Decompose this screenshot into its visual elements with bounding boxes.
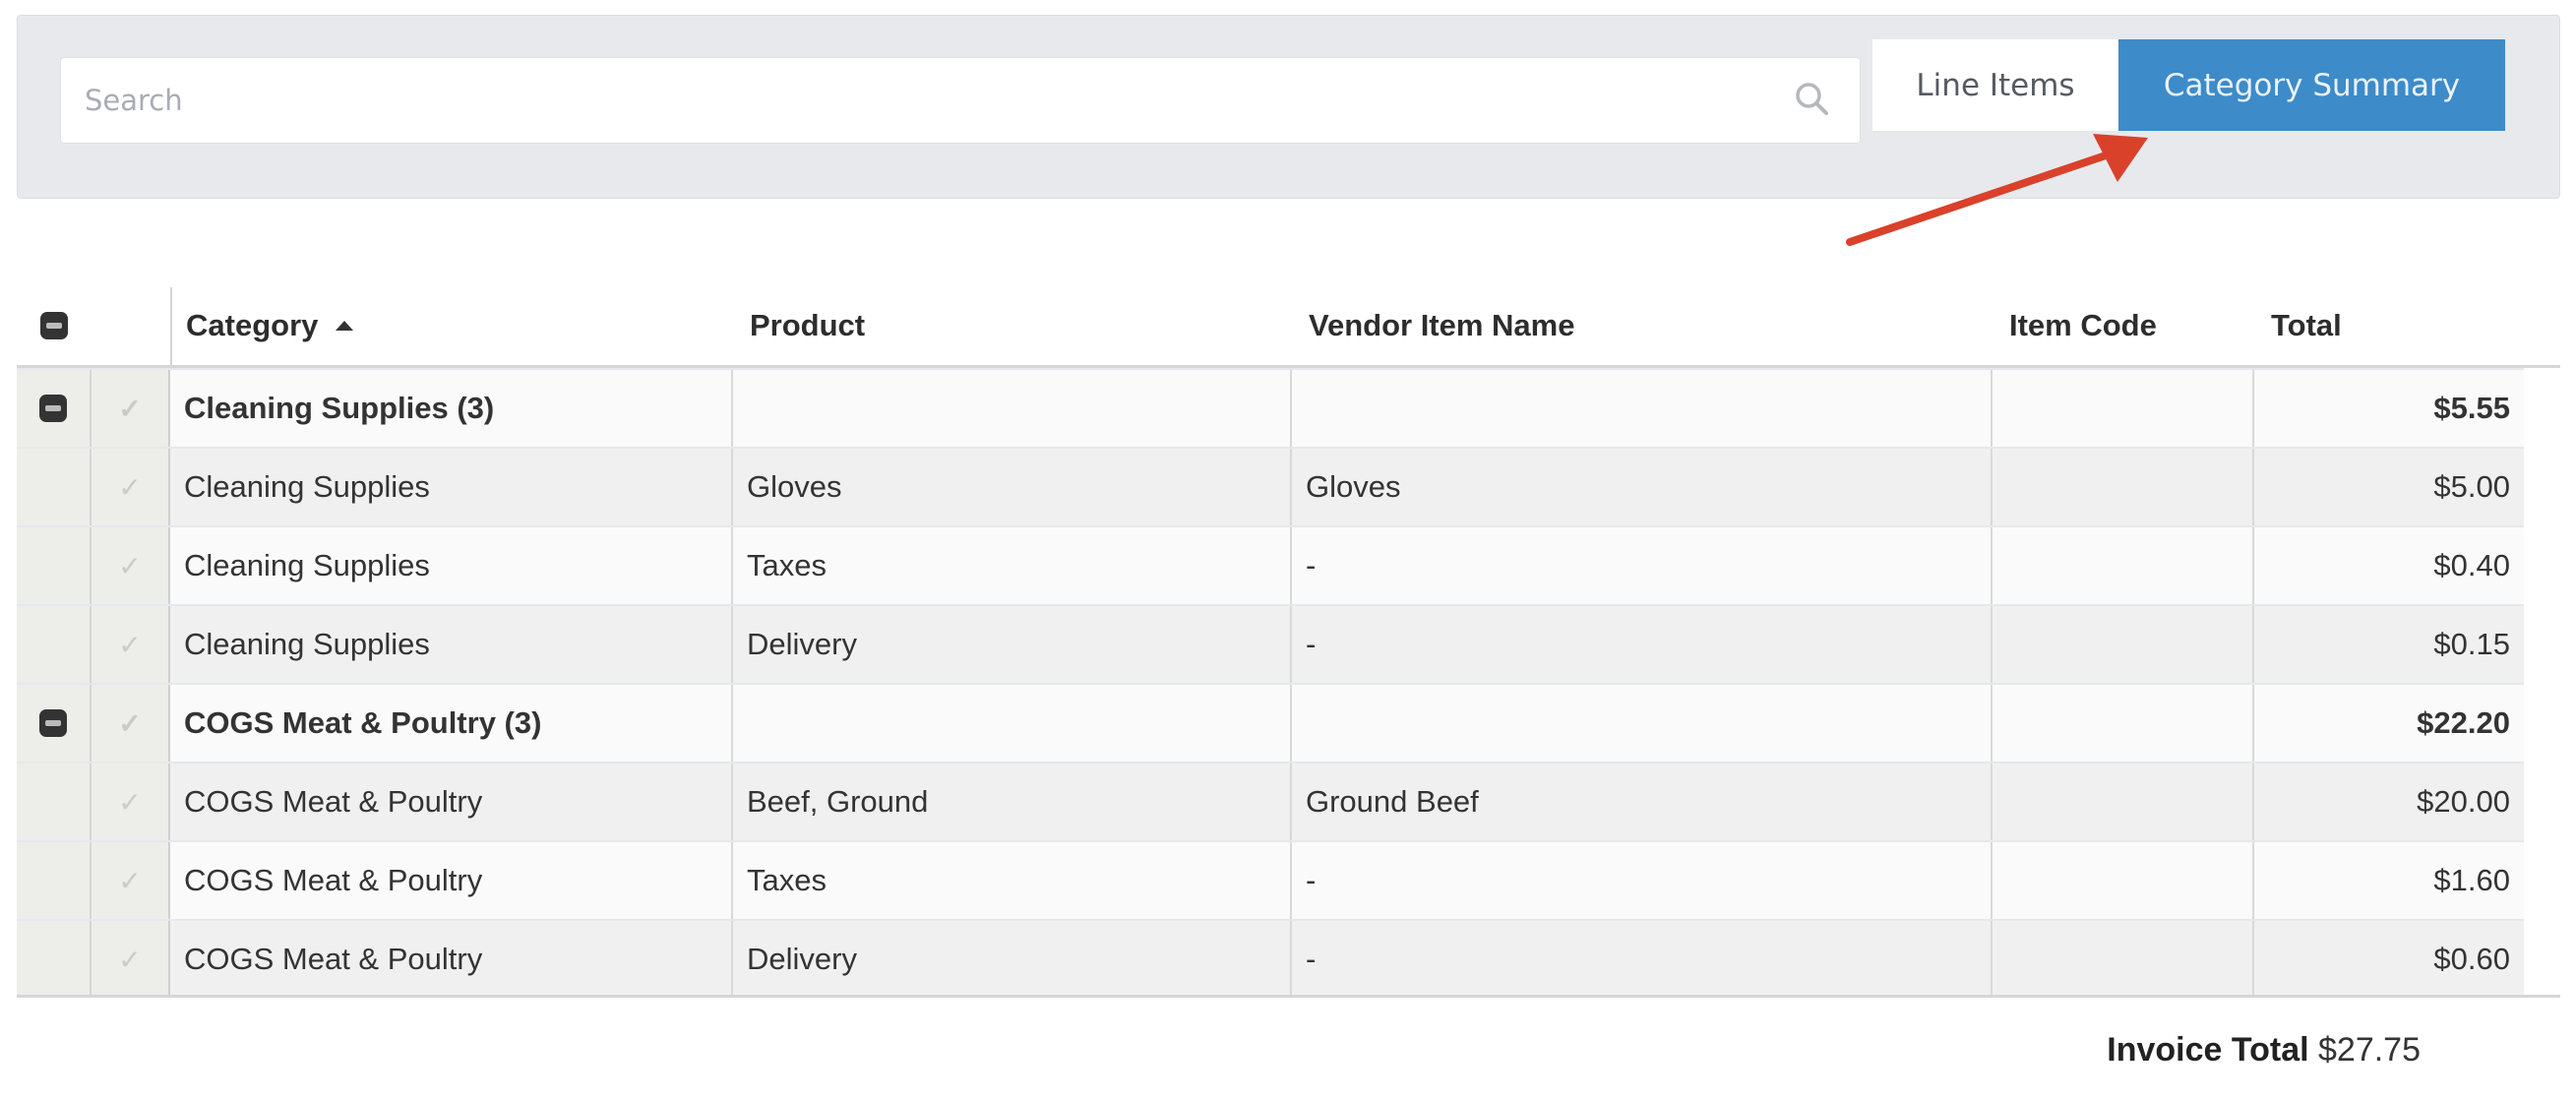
row-gutter [17, 921, 92, 998]
total-cell: $5.00 [2254, 449, 2524, 525]
vendor-item-name-cell: - [1292, 842, 1993, 919]
search-input[interactable] [61, 58, 1773, 143]
table-row[interactable]: ✓ Cleaning Supplies Gloves Gloves $5.00 [17, 447, 2524, 525]
row-gutter [17, 606, 92, 683]
total-cell: $0.60 [2254, 921, 2524, 998]
search-icon[interactable] [1793, 80, 1832, 119]
row-checkmark-icon[interactable]: ✓ [92, 764, 170, 840]
total-cell: $22.20 [2254, 685, 2524, 762]
table-row[interactable]: ✓ COGS Meat & Poultry Delivery - $0.60 [17, 919, 2524, 998]
product-cell: Beef, Ground [733, 764, 1292, 840]
vendor-item-name-cell [1292, 685, 1993, 762]
group-row[interactable]: ✓ Cleaning Supplies (3) $5.55 [17, 368, 2524, 447]
column-header-item-code[interactable]: Item Code [2009, 285, 2157, 365]
category-cell: COGS Meat & Poultry (3) [170, 685, 733, 762]
group-row[interactable]: ✓ COGS Meat & Poultry (3) $22.20 [17, 683, 2524, 762]
row-checkmark-icon[interactable]: ✓ [92, 370, 170, 447]
product-cell [733, 685, 1292, 762]
item-code-cell [1993, 764, 2254, 840]
category-cell: COGS Meat & Poultry [170, 764, 733, 840]
vendor-item-name-cell: - [1292, 527, 1993, 604]
row-checkmark-icon[interactable]: ✓ [92, 921, 170, 998]
row-checkmark-icon[interactable]: ✓ [92, 842, 170, 919]
column-header-total[interactable]: Total [2271, 285, 2342, 365]
category-summary-table: Category Product Vendor Item Name Item C… [17, 285, 2560, 998]
product-cell: Taxes [733, 527, 1292, 604]
category-cell: COGS Meat & Poultry [170, 842, 733, 919]
invoice-total-label: Invoice Total [2107, 1031, 2309, 1069]
total-cell: $0.15 [2254, 606, 2524, 683]
product-cell: Gloves [733, 449, 1292, 525]
category-summary-tab[interactable]: Category Summary [2118, 39, 2505, 131]
item-code-cell [1993, 685, 2254, 762]
table-bottom-border [17, 995, 2560, 998]
table-header: Category Product Vendor Item Name Item C… [17, 285, 2560, 368]
table-row[interactable]: ✓ Cleaning Supplies Delivery - $0.15 [17, 604, 2524, 683]
category-cell: Cleaning Supplies [170, 527, 733, 604]
item-code-cell [1993, 921, 2254, 998]
category-cell: COGS Meat & Poultry [170, 921, 733, 998]
column-header-vendor-item-name[interactable]: Vendor Item Name [1309, 285, 1574, 365]
total-cell: $20.00 [2254, 764, 2524, 840]
total-cell: $0.40 [2254, 527, 2524, 604]
row-checkmark-icon[interactable]: ✓ [92, 606, 170, 683]
item-code-cell [1993, 606, 2254, 683]
vendor-item-name-cell: Ground Beef [1292, 764, 1993, 840]
product-cell: Delivery [733, 606, 1292, 683]
vendor-item-name-cell: - [1292, 921, 1993, 998]
row-gutter [17, 764, 92, 840]
row-gutter [17, 449, 92, 525]
collapse-group-icon[interactable] [17, 685, 92, 762]
row-checkmark-icon[interactable]: ✓ [92, 685, 170, 762]
item-code-cell [1993, 449, 2254, 525]
column-header-product[interactable]: Product [750, 285, 865, 365]
table-row[interactable]: ✓ COGS Meat & Poultry Taxes - $1.60 [17, 840, 2524, 919]
category-cell: Cleaning Supplies (3) [170, 370, 733, 447]
column-header-category[interactable]: Category [186, 285, 355, 365]
item-code-cell [1993, 370, 2254, 447]
collapse-all-icon[interactable] [38, 285, 70, 365]
table-row[interactable]: ✓ Cleaning Supplies Taxes - $0.40 [17, 525, 2524, 604]
invoice-total-value: $27.75 [2318, 1031, 2421, 1069]
row-gutter [17, 842, 92, 919]
sort-asc-icon [336, 320, 354, 331]
item-code-cell [1993, 527, 2254, 604]
search-box[interactable] [60, 57, 1861, 144]
vendor-item-name-cell: Gloves [1292, 449, 1993, 525]
item-code-cell [1993, 842, 2254, 919]
product-cell [733, 370, 1292, 447]
row-gutter [17, 527, 92, 604]
total-cell: $5.55 [2254, 370, 2524, 447]
collapse-group-icon[interactable] [17, 370, 92, 447]
total-cell: $1.60 [2254, 842, 2524, 919]
invoice-total: Invoice Total $27.75 [2107, 1031, 2421, 1069]
row-checkmark-icon[interactable]: ✓ [92, 527, 170, 604]
line-items-tab[interactable]: Line Items [1872, 39, 2118, 131]
row-checkmark-icon[interactable]: ✓ [92, 449, 170, 525]
category-cell: Cleaning Supplies [170, 449, 733, 525]
table-row[interactable]: ✓ COGS Meat & Poultry Beef, Ground Ground B… [17, 762, 2524, 840]
product-cell: Delivery [733, 921, 1292, 998]
vendor-item-name-cell: - [1292, 606, 1993, 683]
category-cell: Cleaning Supplies [170, 606, 733, 683]
product-cell: Taxes [733, 842, 1292, 919]
vendor-item-name-cell [1292, 370, 1993, 447]
